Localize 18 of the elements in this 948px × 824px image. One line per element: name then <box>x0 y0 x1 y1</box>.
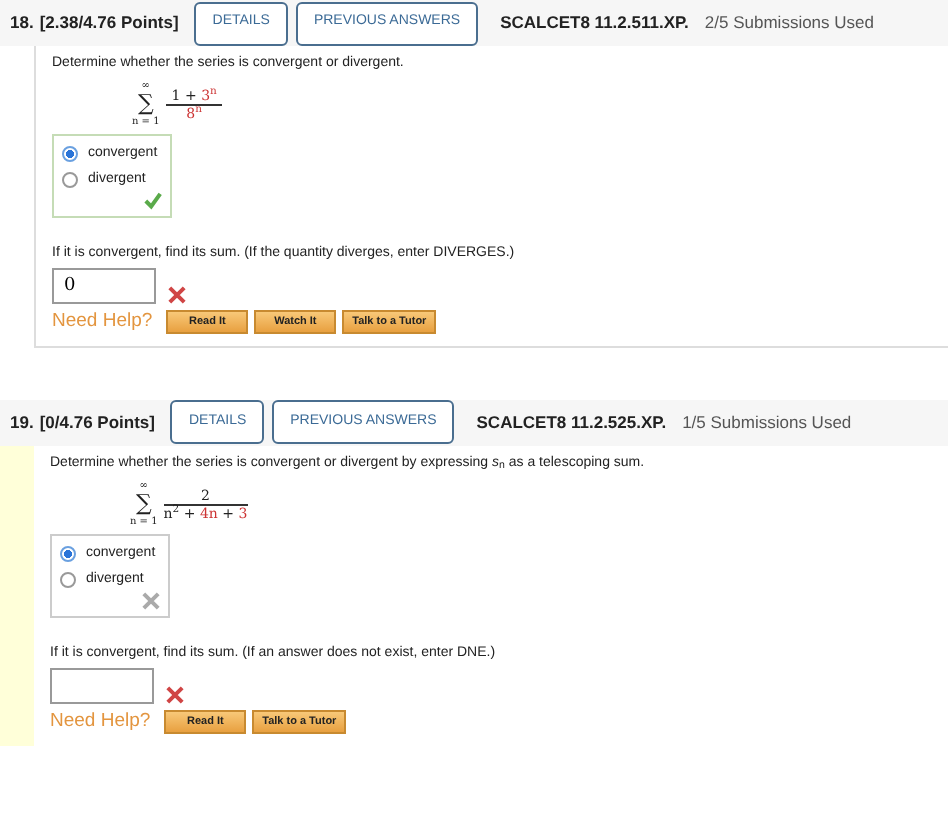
radio-button[interactable] <box>60 545 76 562</box>
radio-button[interactable] <box>60 571 76 588</box>
question-code: SCALCET8 11.2.525.XP. <box>476 410 667 436</box>
submissions-label: 2/5 Submissions Used <box>704 10 874 36</box>
need-help-label: Need Help? <box>52 310 153 334</box>
radio-button[interactable] <box>62 171 78 188</box>
need-help-label: Need Help? <box>50 710 151 733</box>
summation-sign: ∑ <box>137 92 154 117</box>
question-number: 18. <box>10 10 34 36</box>
points-label: [2.38/4.76 Points] <box>39 10 179 36</box>
answer-field[interactable] <box>50 667 154 704</box>
submissions-label: 1/5 Submissions Used <box>682 410 852 436</box>
radio-button[interactable] <box>62 145 78 162</box>
answer-field[interactable]: 0 <box>52 267 156 304</box>
points-label: [0/4.76 Points] <box>39 410 155 436</box>
question-code: SCALCET8 11.2.511.XP. <box>500 10 689 36</box>
question-number: 19. <box>10 410 34 436</box>
summation-sign: ∑ <box>135 492 152 517</box>
